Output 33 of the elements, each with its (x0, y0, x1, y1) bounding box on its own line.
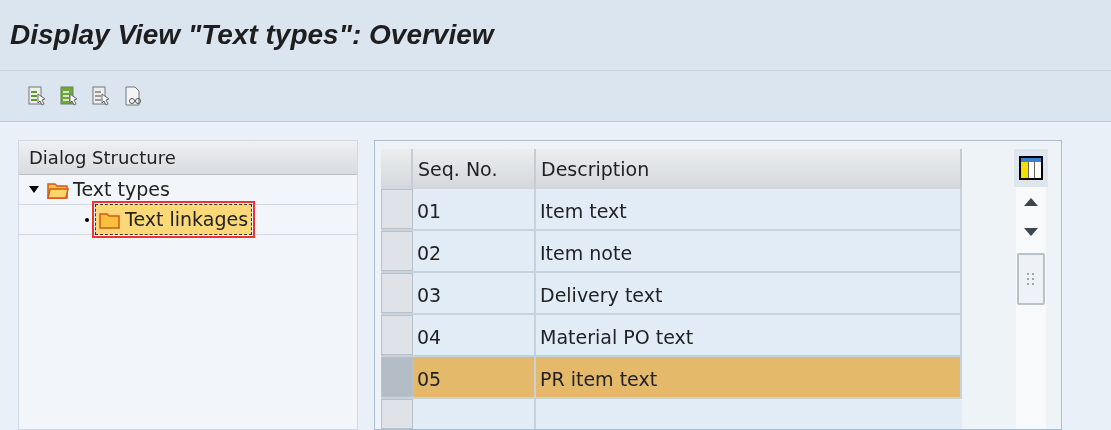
table-cell: Delivery text (536, 273, 962, 313)
expanded-caret-icon[interactable] (29, 185, 39, 194)
tree-item[interactable]: Text types (43, 174, 174, 205)
table-cell: PR item text (536, 357, 962, 397)
table-cell: Material PO text (536, 315, 962, 355)
column-settings-button[interactable] (1014, 149, 1049, 187)
bullet-icon (85, 217, 89, 222)
document-arrow-icon[interactable] (90, 84, 112, 107)
folder-icon (47, 180, 69, 199)
table-cell: 05 (413, 357, 536, 397)
document-arrow-icon[interactable] (58, 84, 80, 107)
table-cell: 02 (413, 231, 536, 271)
scroll-thumb[interactable] (1017, 253, 1046, 305)
table-cell: Item text (536, 189, 962, 229)
columns-icon (1019, 156, 1044, 180)
grip-icon (1026, 271, 1037, 287)
window-title: Display View "Text types": Overview (10, 17, 494, 52)
up-triangle-icon (1024, 198, 1039, 206)
down-triangle-icon (1024, 228, 1039, 236)
table-cell: 03 (413, 273, 536, 313)
table-row[interactable]: 02 Item note (381, 231, 962, 273)
tree-item[interactable]: Text linkages (95, 204, 253, 235)
table-row[interactable]: 01 Item text (381, 189, 962, 231)
panel-header: Dialog Structure (19, 141, 357, 175)
glasses-document-icon[interactable] (122, 84, 144, 107)
table-cell: 01 (413, 189, 536, 229)
table-cell: Item note (536, 231, 962, 271)
table-row[interactable]: 05 PR item text (381, 357, 962, 399)
folder-icon (99, 210, 121, 229)
table-row[interactable]: 03 Delivery text (381, 273, 962, 315)
table-row[interactable]: 04 Material PO text (381, 315, 962, 357)
table-cell: 04 (413, 315, 536, 355)
document-arrow-icon[interactable] (26, 84, 48, 107)
